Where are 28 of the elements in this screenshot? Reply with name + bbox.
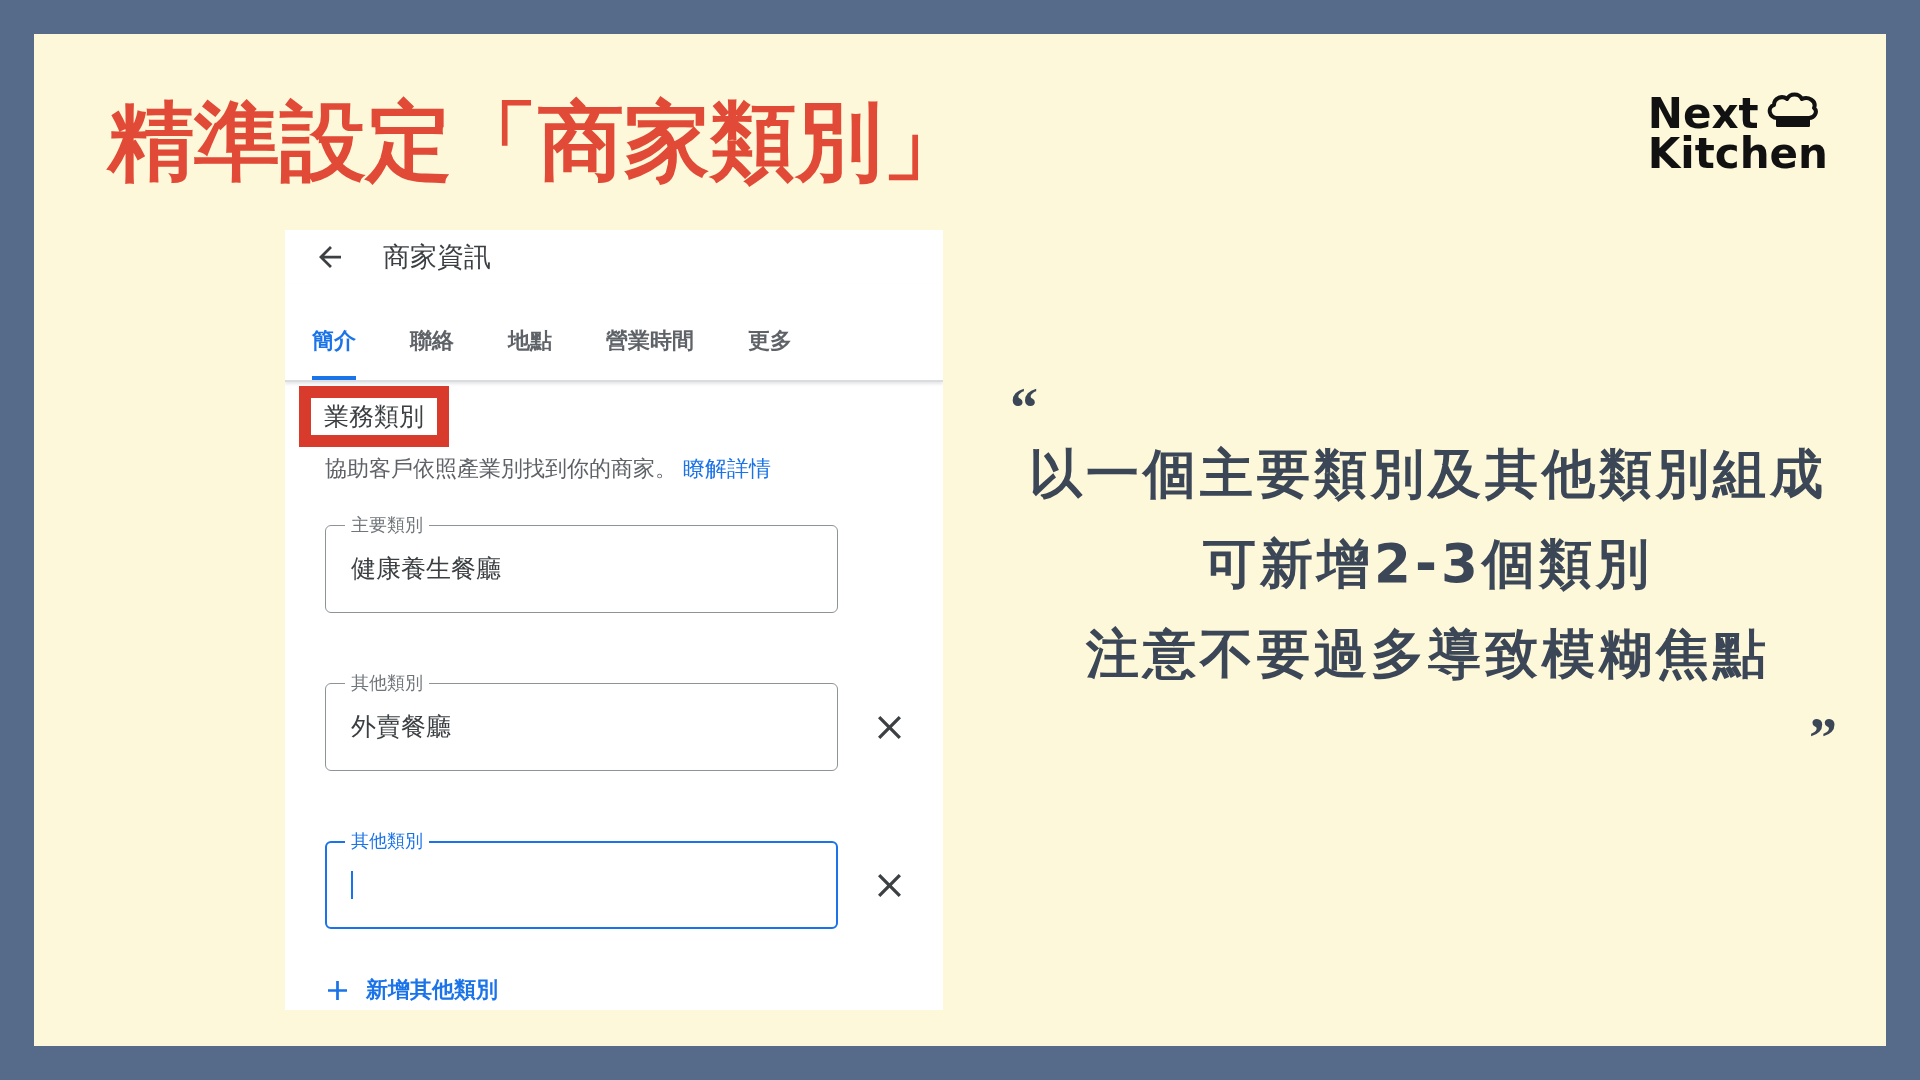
section-heading: 業務類別 — [299, 386, 449, 447]
text-cursor-icon — [351, 871, 353, 899]
tab[interactable]: 地點 — [508, 328, 552, 380]
tab[interactable]: 更多 — [748, 328, 792, 380]
field-label: 其他類別 — [345, 830, 429, 852]
helper-text: 協助客戶依照產業別找到你的商家。 瞭解詳情 — [325, 456, 771, 482]
add-category-button[interactable]: 新增其他類別 — [328, 977, 498, 1003]
tab[interactable]: 營業時間 — [606, 328, 694, 380]
quote-mark: “ — [1010, 387, 1038, 429]
close-icon — [878, 873, 901, 897]
tab[interactable]: 聯絡 — [410, 328, 454, 380]
logo-text: Kitchen — [1647, 134, 1828, 174]
back-arrow-icon[interactable] — [319, 246, 341, 268]
quote-line: 以一個主要類別及其他類別組成 — [1029, 442, 1827, 506]
field-label: 主要類別 — [345, 514, 429, 536]
remove-button[interactable] — [878, 715, 901, 739]
quote-line: 注意不要過多導致模糊焦點 — [1086, 622, 1770, 686]
plus-icon — [328, 980, 347, 1000]
field-label: 其他類別 — [345, 672, 429, 694]
close-icon — [878, 715, 901, 739]
remove-button[interactable] — [878, 873, 901, 897]
learn-more-link[interactable]: 瞭解詳情 — [683, 456, 771, 481]
page-title: 商家資訊 — [383, 240, 491, 274]
quote-line: 可新增2-3個類別 — [1203, 532, 1653, 596]
slide-title: 精準設定「商家類別」 — [108, 91, 968, 191]
tab[interactable]: 簡介 — [312, 328, 356, 380]
quote-mark: ” — [1809, 717, 1837, 759]
logo-text: Next — [1647, 94, 1759, 134]
